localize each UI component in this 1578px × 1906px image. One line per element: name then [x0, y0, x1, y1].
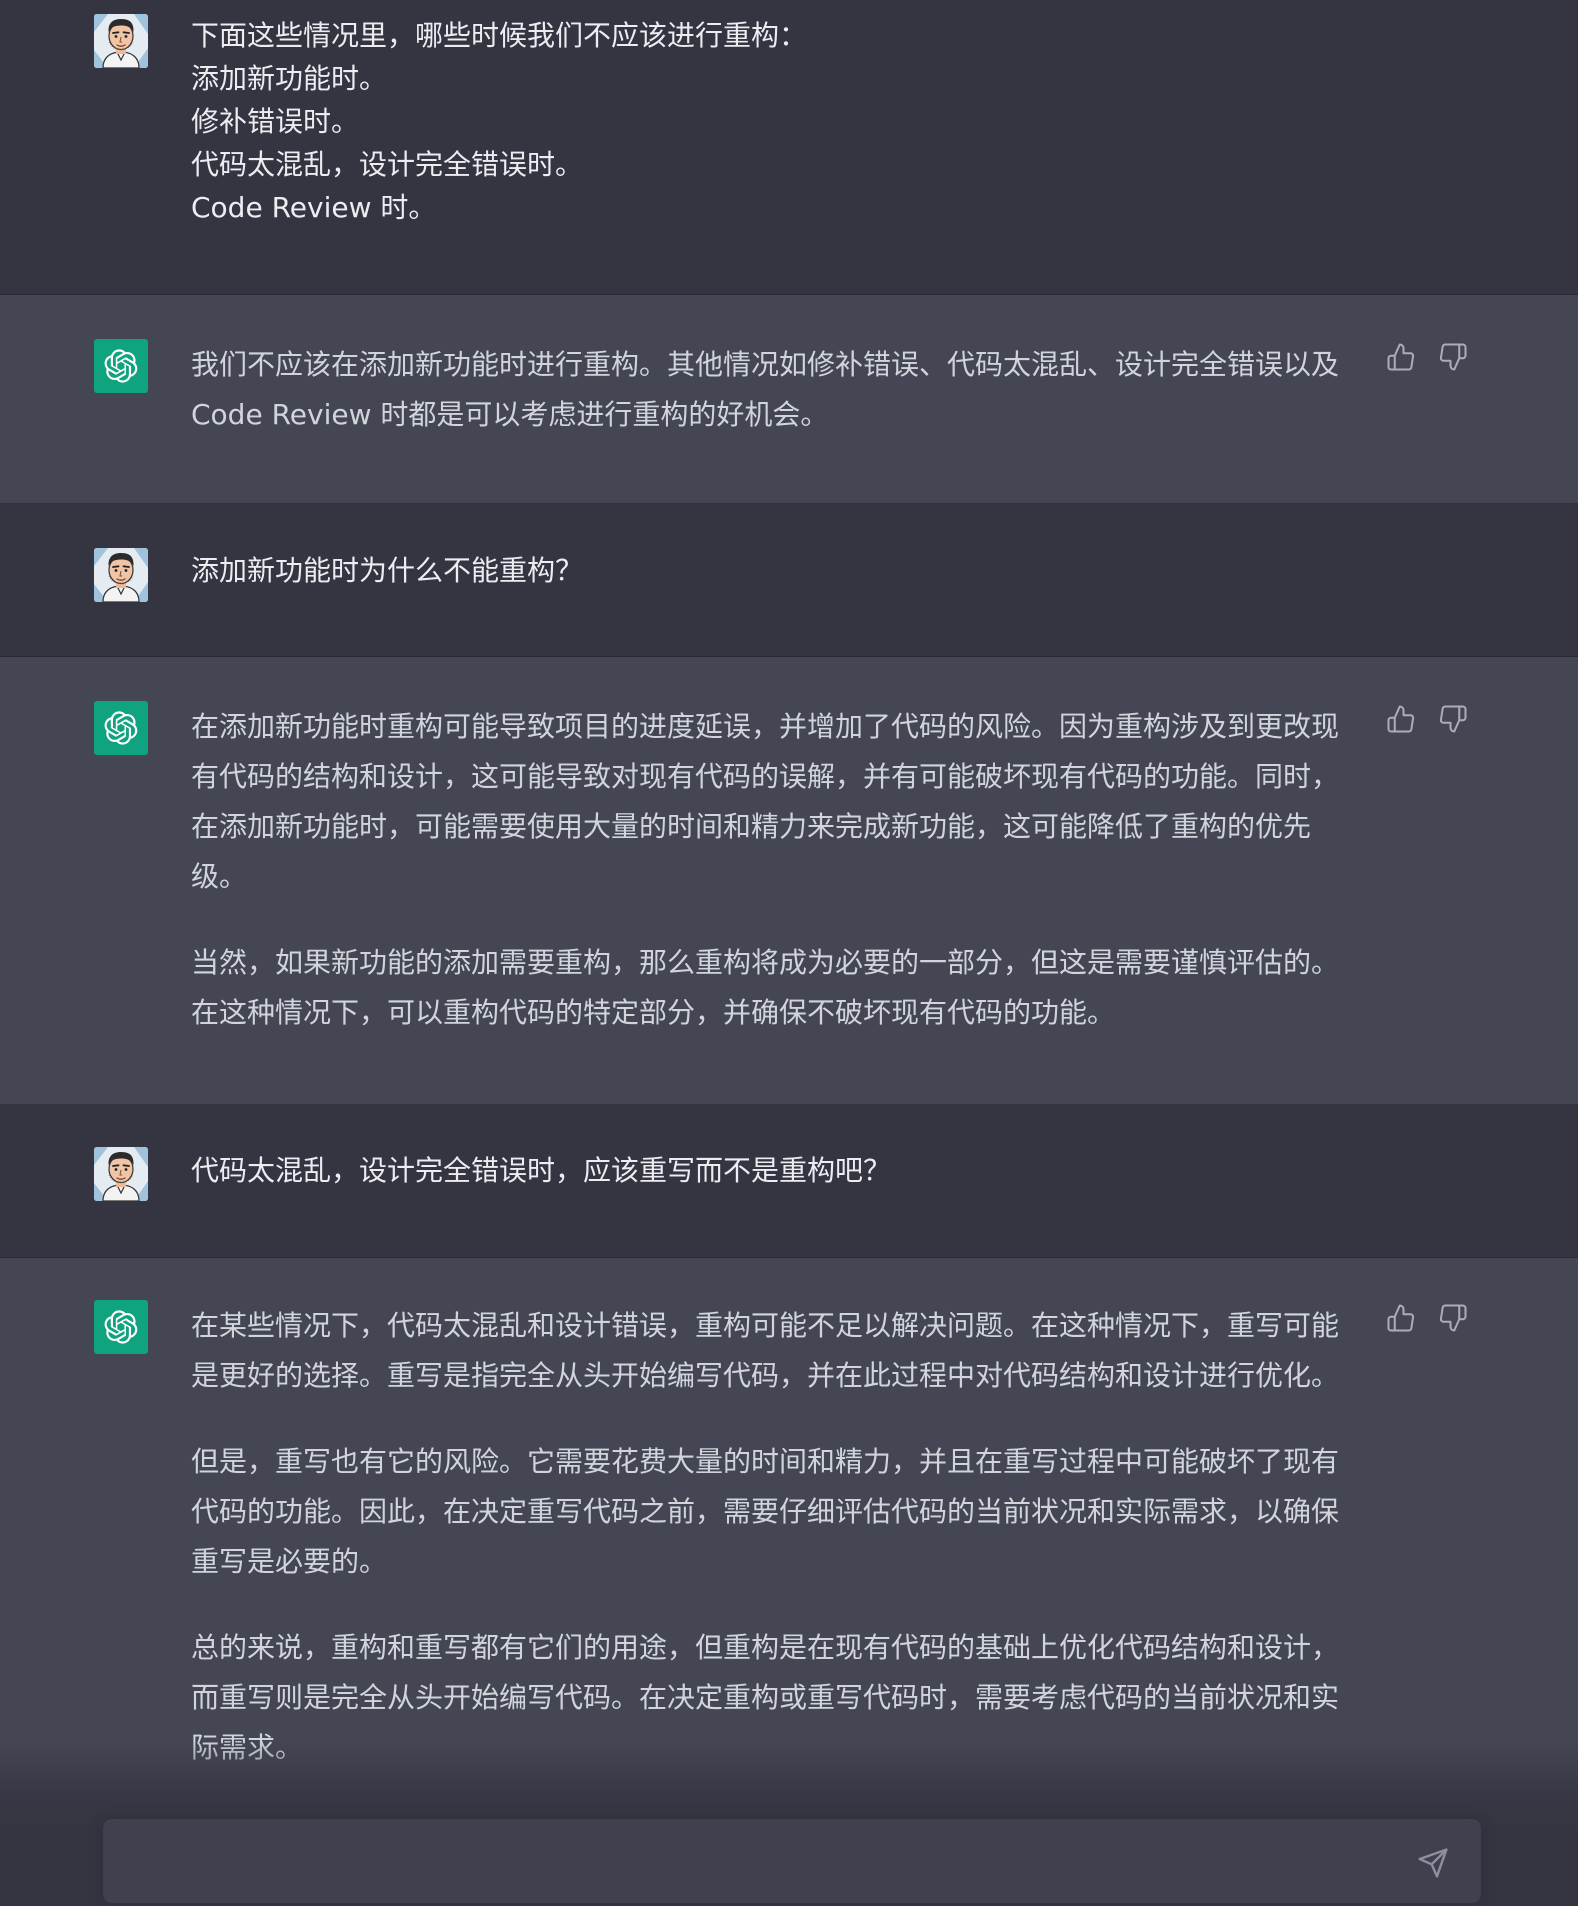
user-message: 下面这些情况里，哪些时候我们不应该进行重构： 添加新功能时。 修补错误时。 代码… — [0, 0, 1578, 295]
user-avatar — [94, 1147, 148, 1201]
thumbs-down-icon[interactable] — [1438, 704, 1468, 734]
chat-thread: 下面这些情况里，哪些时候我们不应该进行重构： 添加新功能时。 修补错误时。 代码… — [0, 0, 1578, 1906]
message-paragraph: 但是，重写也有它的风险。它需要花费大量的时间和精力，并且在重写过程中可能破坏了现… — [191, 1445, 1340, 1578]
feedback-buttons — [1386, 342, 1468, 372]
openai-logo-icon — [94, 339, 148, 393]
assistant-message: 在添加新功能时重构可能导致项目的进度延误，并增加了代码的风险。因为重构涉及到更改… — [0, 657, 1578, 1105]
user-message: 添加新功能时为什么不能重构？ — [0, 504, 1578, 657]
message-paragraph: 我们不应该在添加新功能时进行重构。其他情况如修补错误、代码太混乱、设计完全错误以… — [191, 348, 1340, 431]
prompt-input[interactable] — [127, 1843, 1387, 1883]
user-message: 代码太混乱，设计完全错误时，应该重写而不是重构吧？ — [0, 1105, 1578, 1258]
message-line: 修补错误时。 — [191, 105, 360, 138]
message-paragraph: 在添加新功能时重构可能导致项目的进度延误，并增加了代码的风险。因为重构涉及到更改… — [191, 710, 1340, 893]
assistant-message-text: 在添加新功能时重构可能导致项目的进度延误，并增加了代码的风险。因为重构涉及到更改… — [191, 702, 1351, 1038]
thumbs-up-icon[interactable] — [1386, 342, 1416, 372]
paper-plane-icon — [1418, 1848, 1448, 1878]
thumbs-up-icon[interactable] — [1386, 704, 1416, 734]
message-paragraph: 在某些情况下，代码太混乱和设计错误，重构可能不足以解决问题。在这种情况下，重写可… — [191, 1309, 1340, 1392]
openai-logo-icon — [94, 701, 148, 755]
feedback-buttons — [1386, 704, 1468, 734]
message-line: 添加新功能时。 — [191, 62, 388, 95]
openai-logo-icon — [94, 1300, 148, 1354]
thumbs-down-icon[interactable] — [1438, 1303, 1468, 1333]
send-button[interactable] — [1415, 1845, 1451, 1881]
thumbs-down-icon[interactable] — [1438, 342, 1468, 372]
message-composer — [102, 1818, 1482, 1904]
message-line: 代码太混乱，设计完全错误时，应该重写而不是重构吧？ — [191, 1154, 892, 1187]
user-avatar — [94, 14, 148, 68]
assistant-message-text: 我们不应该在添加新功能时进行重构。其他情况如修补错误、代码太混乱、设计完全错误以… — [191, 340, 1351, 440]
user-avatar — [94, 548, 148, 602]
assistant-message-text: 在某些情况下，代码太混乱和设计错误，重构可能不足以解决问题。在这种情况下，重写可… — [191, 1301, 1351, 1773]
user-message-text: 添加新功能时为什么不能重构？ — [191, 549, 1351, 592]
user-message-text: 代码太混乱，设计完全错误时，应该重写而不是重构吧？ — [191, 1149, 1351, 1192]
message-line: 代码太混乱，设计完全错误时。 — [191, 148, 584, 181]
message-line: Code Review 时。 — [191, 191, 437, 224]
assistant-message: 我们不应该在添加新功能时进行重构。其他情况如修补错误、代码太混乱、设计完全错误以… — [0, 295, 1578, 504]
message-line: 下面这些情况里，哪些时候我们不应该进行重构： — [191, 19, 808, 52]
user-message-text: 下面这些情况里，哪些时候我们不应该进行重构： 添加新功能时。 修补错误时。 代码… — [191, 14, 1351, 229]
thumbs-up-icon[interactable] — [1386, 1303, 1416, 1333]
feedback-buttons — [1386, 1303, 1468, 1333]
message-line: 添加新功能时为什么不能重构？ — [191, 554, 584, 587]
message-paragraph: 当然，如果新功能的添加需要重构，那么重构将成为必要的一部分，但这是需要谨慎评估的… — [191, 946, 1340, 1029]
